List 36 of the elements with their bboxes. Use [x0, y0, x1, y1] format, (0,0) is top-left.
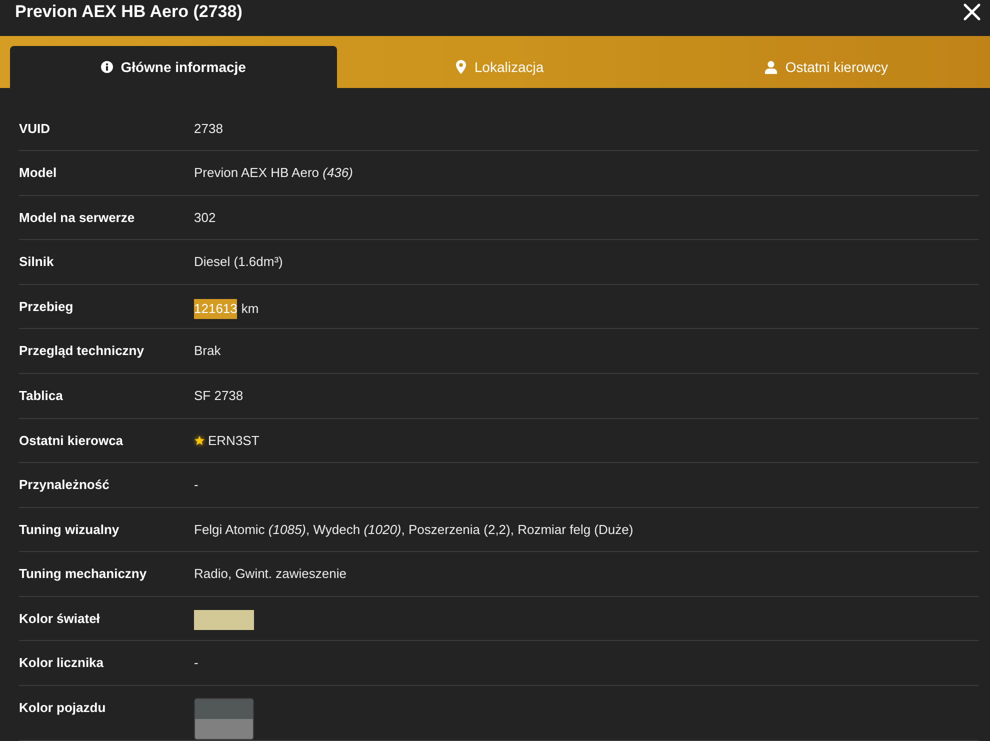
field-label: Kolor świateł — [19, 610, 101, 627]
field-value: - — [194, 655, 198, 672]
window-title: Previon AEX HB Aero (2738) — [15, 2, 242, 22]
field-label: Model na serwerze — [19, 210, 136, 226]
field-value: 302 — [194, 210, 216, 226]
field-label: Kolor licznika — [19, 655, 105, 672]
highlighted-number: 121613 — [194, 298, 238, 319]
field-label: Tablica — [19, 388, 64, 404]
field-value: 2738 — [194, 120, 223, 136]
field-label: Kolor pojazdu — [19, 700, 107, 716]
tab[interactable]: Ostatni kierowcy — [663, 46, 990, 88]
field-label: Silnik — [19, 254, 55, 270]
field-label: VUID — [19, 120, 52, 136]
tab[interactable]: Główne informacje — [10, 46, 337, 88]
field-label: Ostatni kierowca — [19, 432, 124, 449]
close-button[interactable] — [963, 3, 981, 21]
field-value: - — [194, 477, 198, 494]
field-label: Model — [19, 165, 58, 182]
field-value: Previon AEX HB Aero (436) — [194, 165, 353, 182]
field-value: Felgi Atomic (1085), Wydech (1020), Poszerzenia (2,2), Rozmiar felg (Duże) — [194, 522, 634, 538]
field-label: Przebieg — [19, 298, 74, 315]
field-value: Diesel (1.6dm³) — [194, 254, 283, 270]
user-icon — [765, 60, 778, 74]
field-label: Przegląd techniczny — [19, 343, 145, 360]
field-label: Tuning wizualny — [19, 522, 120, 538]
tab[interactable]: Lokalizacja — [336, 46, 664, 88]
info-icon — [100, 61, 113, 73]
field-value: SF 2738 — [194, 388, 244, 404]
location-pin-icon — [456, 60, 466, 74]
field-label: Tuning mechaniczny — [19, 566, 148, 582]
unit-text: km — [241, 300, 259, 317]
driver-name: ERN3ST — [208, 432, 260, 449]
field-value: Brak — [194, 343, 221, 360]
field-label: Przynależność — [19, 477, 110, 494]
field-value: Radio, Gwint. zawieszenie — [194, 566, 346, 582]
close-icon — [963, 3, 981, 21]
